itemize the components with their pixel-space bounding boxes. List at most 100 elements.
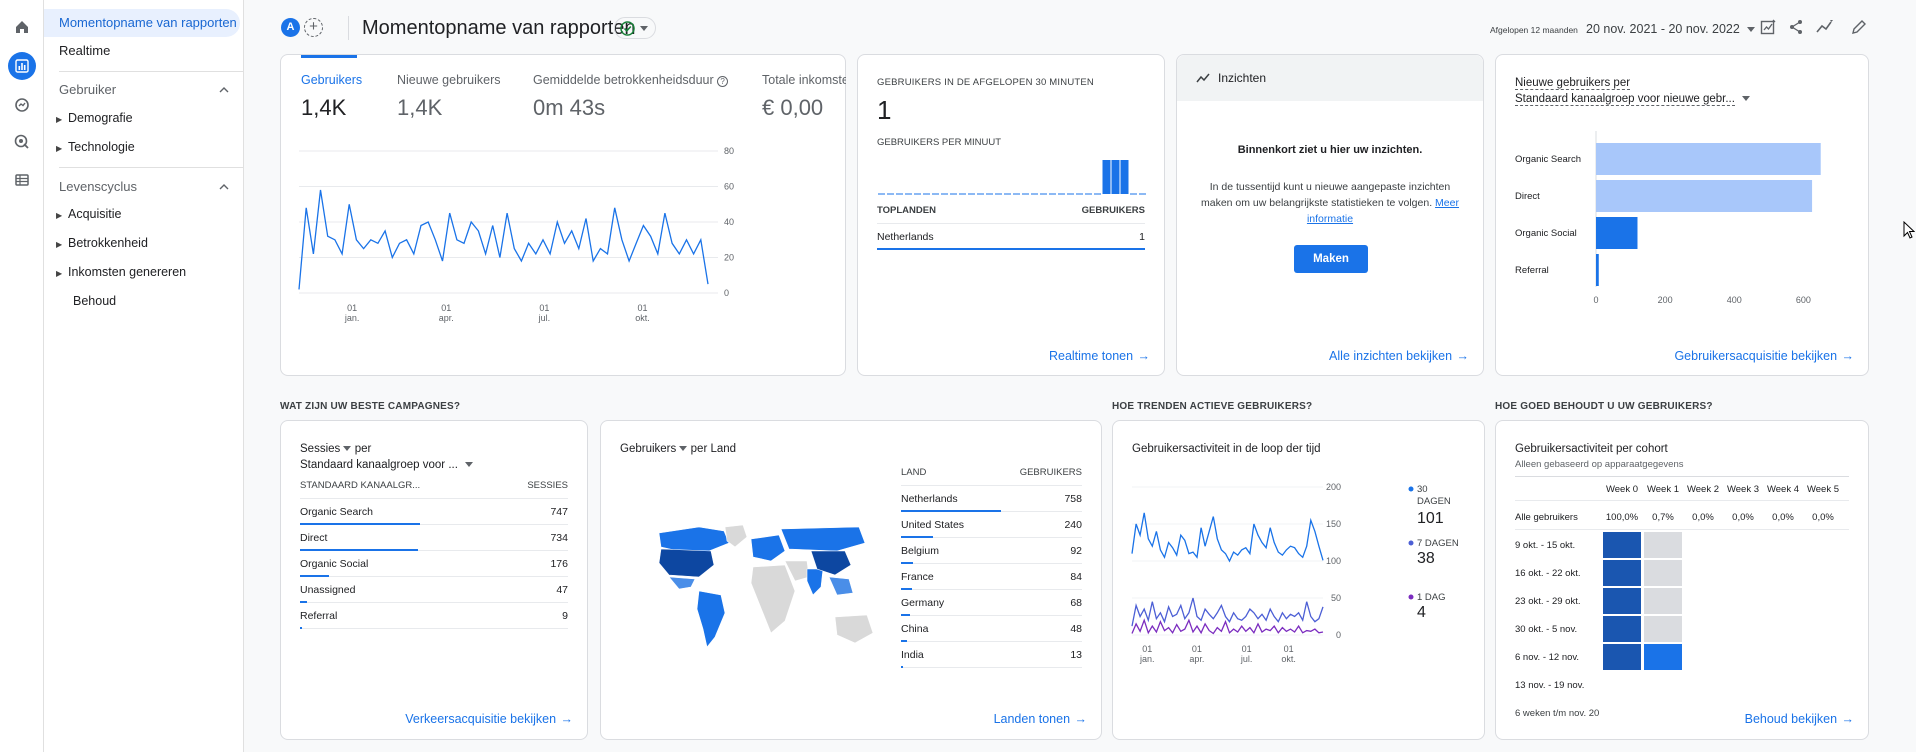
x-tick-label: 01 <box>638 303 648 313</box>
caret-down-icon <box>1742 96 1751 102</box>
table-row[interactable]: Organic Social 176 <box>300 551 568 577</box>
nav-item-demography[interactable]: ▶ Demografie <box>56 111 133 125</box>
nav-section-user[interactable]: Gebruiker <box>59 82 239 97</box>
cohort-cell[interactable] <box>1603 560 1641 586</box>
cohort-cell[interactable] <box>1644 532 1682 558</box>
cohort-cell[interactable] <box>1603 644 1641 670</box>
insights-body: In de tussentijd kunt u nieuwe aangepast… <box>1197 179 1463 227</box>
legend-label: DAGEN <box>1417 496 1451 507</box>
chart-title-line1: Nieuwe gebruikers per <box>1515 77 1631 90</box>
table-row[interactable]: China 48 <box>901 616 1082 642</box>
nav-item-retention[interactable]: Behoud <box>73 294 116 308</box>
y-tick-label: 0 <box>724 288 729 298</box>
nav-item-realtime[interactable]: Realtime <box>44 37 240 65</box>
home-icon[interactable] <box>11 16 33 38</box>
help-icon[interactable]: ? <box>717 76 729 87</box>
date-range-picker[interactable]: 20 nov. 2021 - 20 nov. 2022 <box>1586 22 1756 36</box>
reports-icon[interactable] <box>8 52 36 80</box>
x-tick-label: okt. <box>1281 654 1296 664</box>
metric-tab-new-users[interactable]: Nieuwe gebruikers 1,4K <box>397 73 501 121</box>
nav-item-technology[interactable]: ▶ Technologie <box>56 140 135 154</box>
row-value: 176 <box>550 558 568 570</box>
nav-item-snapshot[interactable]: Momentopname van rapporten <box>44 9 240 37</box>
insights-trend-icon[interactable] <box>1816 19 1834 40</box>
share-icon[interactable] <box>1788 19 1804 40</box>
table-row[interactable]: France 84 <box>901 564 1082 590</box>
metric-label: Sessies <box>300 443 341 455</box>
cohort-cell[interactable] <box>1603 532 1641 558</box>
table-row[interactable]: United States 240 <box>901 512 1082 538</box>
nav-item-acquisition[interactable]: ▶ Acquisitie <box>56 207 122 221</box>
table-row[interactable]: India 13 <box>901 642 1082 668</box>
metric-tab-users[interactable]: Gebruikers 1,4K <box>301 73 362 121</box>
realtime-link[interactable]: Realtime tonen → <box>1049 347 1150 365</box>
table-row[interactable]: Direct 734 <box>300 525 568 551</box>
category-label: Referral <box>1515 265 1549 276</box>
row-value: 734 <box>550 532 568 544</box>
divider <box>59 167 244 168</box>
y-tick-label: 200 <box>1326 482 1341 492</box>
create-insight-button[interactable]: Maken <box>1294 245 1368 273</box>
table-row[interactable]: Germany 68 <box>901 590 1082 616</box>
cohort-cell[interactable] <box>1603 616 1641 642</box>
week-header: Week 0 <box>1605 484 1639 495</box>
edit-pencil-icon[interactable] <box>1851 19 1867 40</box>
dimension-selector[interactable]: Standaard kanaalgroep voor ... <box>300 459 474 471</box>
y-tick-label: 20 <box>724 253 734 263</box>
expand-arrow-icon: ▶ <box>56 115 63 124</box>
table-row[interactable]: Netherlands 758 <box>901 486 1082 512</box>
metric-tab-revenue[interactable]: Totale inkomsten € 0,00 <box>762 73 846 121</box>
metric-value: 1,4K <box>397 95 443 120</box>
cohort-cell[interactable] <box>1644 616 1682 642</box>
activity-title: Gebruikersactiviteit in de loop der tijd <box>1132 443 1321 455</box>
link-label: Landen tonen <box>993 712 1071 726</box>
table-row[interactable]: Netherlands 1 <box>877 224 1145 250</box>
all-insights-link[interactable]: Alle inzichten bekijken → <box>1329 347 1469 365</box>
configure-icon[interactable] <box>11 169 33 191</box>
cohort-cell[interactable] <box>1644 644 1682 670</box>
map-europe <box>750 534 786 562</box>
cohort-row-label: 16 okt. - 22 okt. <box>1515 568 1581 579</box>
table-row[interactable]: Organic Search 747 <box>300 499 568 525</box>
realtime-value: 1 <box>877 95 892 125</box>
dimension-selector[interactable]: Standaard kanaalgroep voor nieuwe gebr..… <box>1515 93 1751 106</box>
metric-selector[interactable]: Gebruikers per Land <box>620 443 736 455</box>
user-acquisition-link[interactable]: Gebruikersacquisitie bekijken → <box>1674 347 1854 365</box>
insights-heading: Binnenkort ziet u hier uw inzichten. <box>1237 144 1423 156</box>
cohort-cell[interactable] <box>1644 560 1682 586</box>
nav-section-lifecycle[interactable]: Levenscyclus <box>59 179 239 194</box>
table-row[interactable]: Referral 9 <box>300 603 568 629</box>
x-tick-label: 200 <box>1658 295 1673 305</box>
metric-tab-engagement[interactable]: Gemiddelde betrokkenheidsduur ? 0m 43s <box>533 73 729 121</box>
row-value: 240 <box>1064 519 1082 531</box>
traffic-acquisition-link[interactable]: Verkeersacquisitie bekijken → <box>405 710 573 728</box>
week-header: Week 5 <box>1806 484 1840 495</box>
map-africa <box>750 564 796 634</box>
world-map <box>658 524 874 648</box>
chevron-up-icon <box>219 82 229 97</box>
advertising-icon[interactable] <box>11 131 33 153</box>
cohort-cell[interactable] <box>1603 588 1641 614</box>
new-users-bar-chart: Organic Search Direct Organic Social Referr… <box>1515 131 1821 305</box>
col-users: GEBRUIKERS <box>1081 205 1145 216</box>
explore-icon[interactable] <box>11 94 33 116</box>
row-label: Direct <box>300 532 328 544</box>
countries-link[interactable]: Landen tonen → <box>994 710 1087 728</box>
retention-link[interactable]: Behoud bekijken → <box>1745 710 1854 728</box>
customize-report-icon[interactable] <box>1760 19 1776 40</box>
nav-item-monetization[interactable]: ▶ Inkomsten genereren <box>56 265 186 279</box>
table-row[interactable]: Belgium 92 <box>901 538 1082 564</box>
section-campaigns: WAT ZIJN UW BESTE CAMPAGNES? <box>280 401 461 412</box>
minute-bar <box>1102 160 1111 194</box>
avatar[interactable]: A <box>281 18 300 37</box>
insights-title: Inzichten <box>1218 71 1267 85</box>
status-check-icon[interactable] <box>614 17 656 39</box>
add-comparison-icon[interactable]: + <box>304 18 323 37</box>
x-tick-label: 01 <box>347 303 357 313</box>
x-tick-label: 01 <box>441 303 451 313</box>
y-tick-label: 40 <box>724 217 734 227</box>
table-row[interactable]: Unassigned 47 <box>300 577 568 603</box>
nav-item-engagement[interactable]: ▶ Betrokkenheid <box>56 236 148 250</box>
cohort-cell[interactable] <box>1644 588 1682 614</box>
metric-selector[interactable]: Sessies per <box>300 443 371 455</box>
